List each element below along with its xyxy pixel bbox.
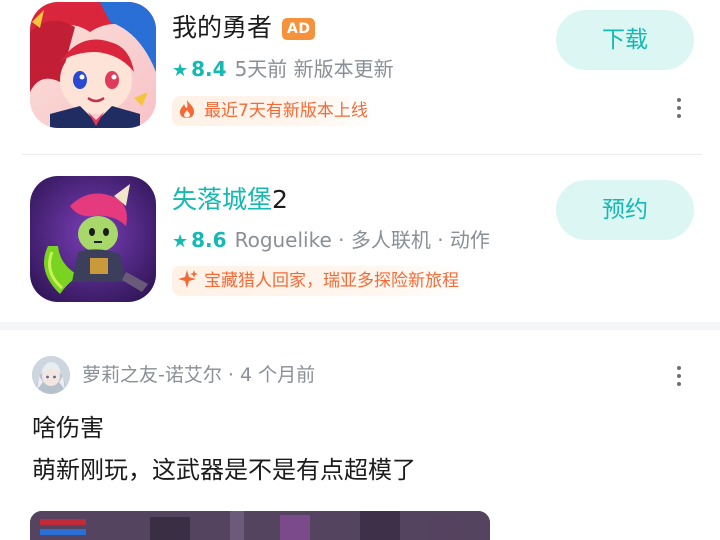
app-title-text: 我的勇者 xyxy=(172,13,273,42)
app-rating: 8.4 xyxy=(191,57,227,81)
app-card-lost-castle-2[interactable]: 失落城堡2 ★ 8.6 Roguelike · 多人联机 · 动作 宝藏猎人回家，瑞… xyxy=(0,170,720,320)
app-title-suffix: 2 xyxy=(272,185,288,214)
sparkle-icon xyxy=(178,266,198,296)
app-tagline: 宝藏猎人回家，瑞亚多探险新旅程 xyxy=(172,266,465,296)
reserve-button[interactable]: 预约 xyxy=(556,180,694,240)
community-post[interactable]: 萝莉之友-诺艾尔 · 4 个月前 啥伤害 萌新刚玩，这武器是不是有点超模了 xyxy=(0,330,720,540)
star-icon: ★ xyxy=(172,231,189,252)
download-button[interactable]: 下载 xyxy=(556,10,694,70)
app-tagline-text: 宝藏猎人回家，瑞亚多探险新旅程 xyxy=(204,271,459,291)
app-meta: ★ 8.6 Roguelike · 多人联机 · 动作 xyxy=(172,227,490,255)
more-options-icon[interactable] xyxy=(674,366,684,392)
app-title[interactable]: 我的勇者 AD xyxy=(172,12,316,44)
app-meta-text: 5天前 新版本更新 xyxy=(234,57,394,81)
star-icon: ★ xyxy=(172,60,189,81)
separator-dot: · xyxy=(221,364,240,386)
app-meta-text: Roguelike · 多人联机 · 动作 xyxy=(234,228,490,252)
post-image[interactable] xyxy=(30,511,490,540)
post-time: 4 个月前 xyxy=(239,364,316,386)
app-icon-my-hero[interactable] xyxy=(30,2,156,128)
post-header: 萝莉之友-诺艾尔 · 4 个月前 xyxy=(82,362,315,388)
avatar[interactable] xyxy=(32,356,70,394)
app-icon-lost-castle-2[interactable] xyxy=(30,176,156,302)
app-rating: 8.6 xyxy=(191,228,227,252)
app-title[interactable]: 失落城堡2 xyxy=(172,184,288,216)
app-tagline-text: 最近7天有新版本上线 xyxy=(204,101,368,121)
app-meta: ★ 8.4 5天前 新版本更新 xyxy=(172,56,394,84)
app-tagline: 最近7天有新版本上线 xyxy=(172,96,374,126)
section-separator xyxy=(0,322,720,330)
more-options-icon[interactable] xyxy=(674,98,684,124)
divider xyxy=(22,154,702,155)
post-author[interactable]: 萝莉之友-诺艾尔 xyxy=(82,364,222,386)
post-title[interactable]: 啥伤害 xyxy=(32,412,104,444)
app-title-highlight: 失落城堡 xyxy=(172,185,273,214)
ad-badge: AD xyxy=(282,18,316,40)
flame-icon xyxy=(178,96,198,126)
post-body[interactable]: 萌新刚玩，这武器是不是有点超模了 xyxy=(32,454,416,486)
app-card-my-hero[interactable]: 我的勇者 AD ★ 8.4 5天前 新版本更新 最近7天有新版本上线 下载 xyxy=(0,0,720,150)
